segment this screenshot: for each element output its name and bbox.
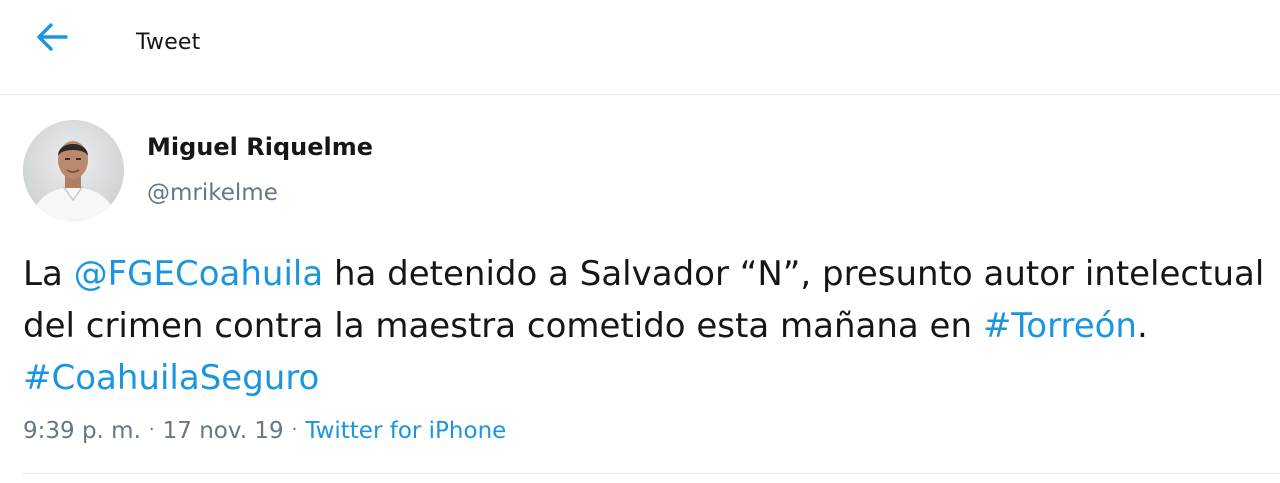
divider: [23, 473, 1280, 474]
tweet-text-segment: del crimen contra la maestra cometido es…: [23, 306, 983, 346]
tweet-text-segment: .: [1136, 306, 1148, 346]
meta-separator: ·: [148, 419, 155, 440]
avatar[interactable]: [23, 120, 124, 221]
hashtag-link[interactable]: #CoahuilaSeguro: [23, 358, 319, 398]
tweet-text-line: del crimen contra la maestra cometido es…: [23, 300, 1263, 352]
tweet-text-segment: La: [23, 254, 74, 294]
hashtag-link[interactable]: #Torreón: [983, 306, 1137, 346]
top-bar: Tweet: [0, 0, 1280, 95]
back-button[interactable]: [30, 16, 76, 58]
page-title: Tweet: [136, 30, 201, 55]
tweet-text-line: La @FGECoahuila ha detenido a Salvador “…: [23, 248, 1265, 300]
tweet-source-link[interactable]: Twitter for iPhone: [305, 418, 506, 444]
tweet-date: 17 nov. 19: [162, 418, 284, 444]
mention-link[interactable]: @FGECoahuila: [74, 254, 324, 294]
tweet-metadata: 9:39 p. m. · 17 nov. 19 · Twitter for iPhone: [23, 418, 506, 444]
meta-separator: ·: [291, 419, 298, 440]
author-handle[interactable]: @mrikelme: [147, 180, 278, 206]
arrow-left-icon: [37, 23, 68, 51]
tweet-time: 9:39 p. m.: [23, 418, 141, 444]
tweet-text: La @FGECoahuila ha detenido a Salvador “…: [23, 248, 1265, 404]
profile-photo-icon: [23, 120, 124, 221]
author-display-name[interactable]: Miguel Riquelme: [147, 133, 373, 161]
tweet-detail-screen: Tweet Miguel Riquelme @mrikelme La @FGEC…: [0, 0, 1280, 483]
tweet-text-line: #CoahuilaSeguro: [23, 352, 1263, 404]
tweet-text-segment: ha detenido a Salvador “N”, presunto aut…: [323, 254, 1265, 294]
